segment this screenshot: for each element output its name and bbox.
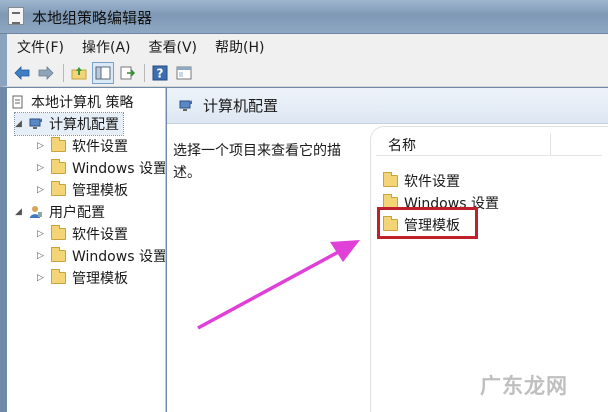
annotation-arrow-icon — [197, 240, 360, 330]
watermark: 广东龙网 — [480, 374, 568, 398]
